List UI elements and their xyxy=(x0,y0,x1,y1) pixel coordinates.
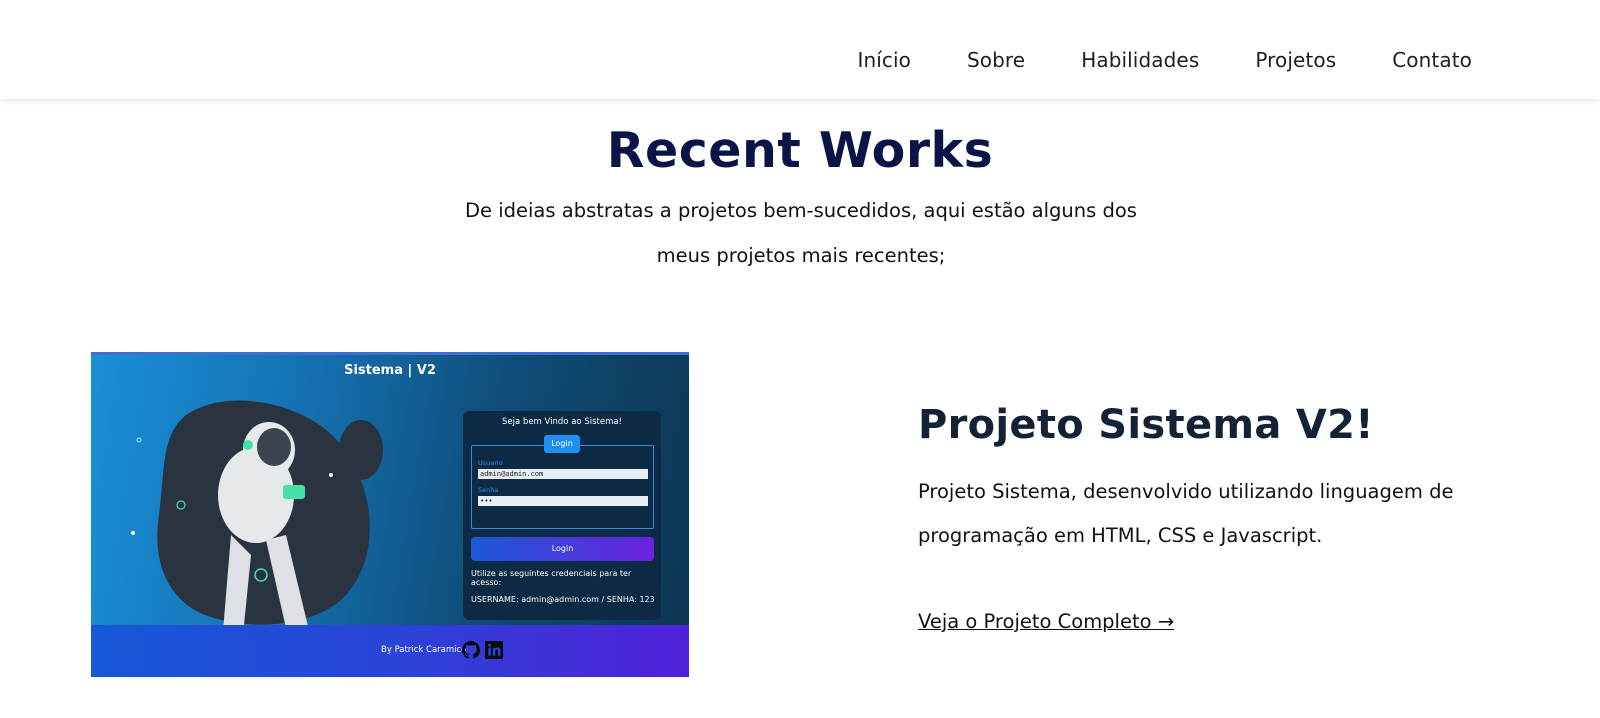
nav-link-habilidades[interactable]: Habilidades xyxy=(1081,46,1199,74)
linkedin-icon xyxy=(485,641,503,659)
login-credentials: USERNAME: admin@admin.com / SENHA: 123 xyxy=(471,595,655,604)
nav-link-inicio[interactable]: Início xyxy=(857,46,911,74)
password-field: ••• xyxy=(478,496,648,506)
thumbnail-login-card: Seja bem Vindo ao Sistema! Usuario admin… xyxy=(463,411,661,620)
user-label: Usuario xyxy=(478,459,503,467)
section-subtitle: De ideias abstratas a projetos bem-suced… xyxy=(465,199,1137,267)
main-nav: Início Sobre Habilidades Projetos Contat… xyxy=(801,46,1472,74)
project-thumbnail[interactable]: Sistema | V2 Seja bem Vindo ao Sistema! … xyxy=(91,352,689,677)
site-header: Início Sobre Habilidades Projetos Contat… xyxy=(0,0,1600,99)
project-description: Projeto Sistema, desenvolvido utilizando… xyxy=(918,480,1454,547)
thumbnail-footer: By Patrick Caramico xyxy=(91,625,689,677)
login-button: Login xyxy=(471,537,654,561)
password-label: Senha xyxy=(478,486,499,494)
nav-link-contato[interactable]: Contato xyxy=(1392,46,1472,74)
project-title: Projeto Sistema V2! xyxy=(918,402,1374,448)
project-link[interactable]: Veja o Projeto Completo → xyxy=(918,610,1174,633)
nav-link-sobre[interactable]: Sobre xyxy=(967,46,1025,74)
login-form-box: Usuario admin@admin.com Senha ••• xyxy=(471,445,654,529)
login-hint: Utilize as seguintes credenciais para te… xyxy=(471,569,632,587)
section-title: Recent Works xyxy=(606,122,994,179)
login-welcome-text: Seja bem Vindo ao Sistema! xyxy=(502,417,622,427)
nav-link-projetos[interactable]: Projetos xyxy=(1255,46,1336,74)
login-tab: Login xyxy=(544,435,580,453)
github-icon xyxy=(462,641,480,659)
user-field: admin@admin.com xyxy=(478,469,648,479)
footer-author: By Patrick Caramico xyxy=(381,645,467,655)
